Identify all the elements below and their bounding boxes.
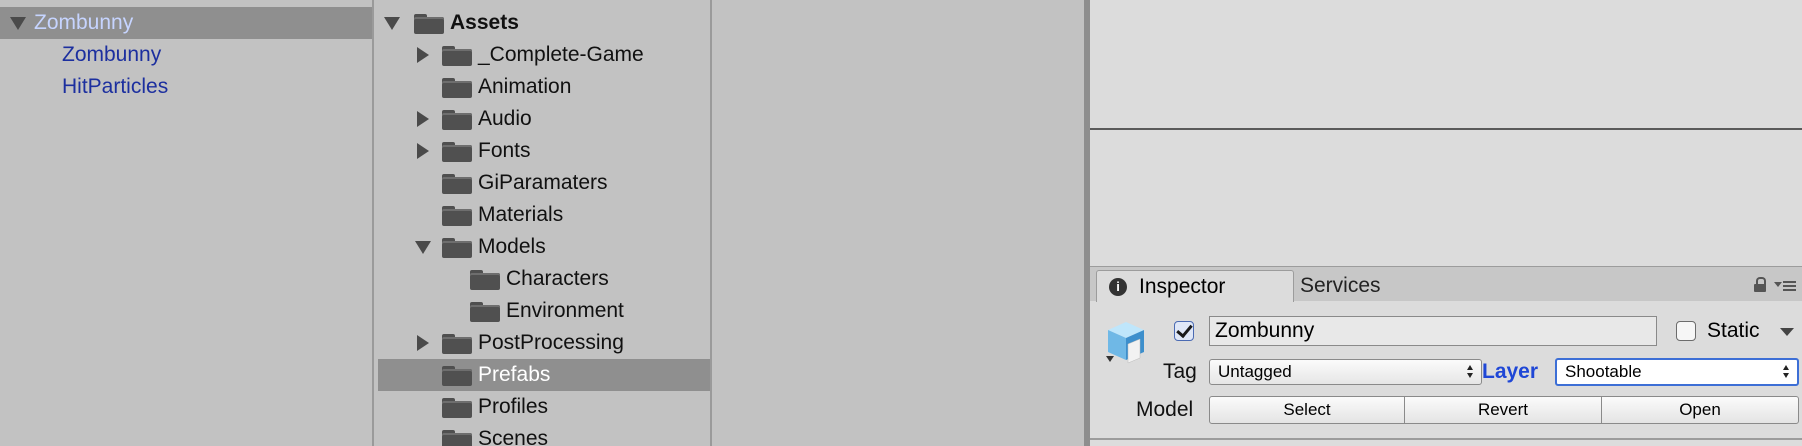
folder-icon [442, 398, 472, 418]
inspector-area: i Inspector Services Zombunny Static Tag… [1088, 0, 1802, 446]
folder-icon [442, 366, 472, 386]
tab-services[interactable]: Services [1300, 270, 1420, 301]
folder-label: GiParamaters [478, 171, 608, 194]
expand-right-icon[interactable] [414, 135, 432, 167]
folder-label: PostProcessing [478, 331, 624, 354]
layer-dropdown[interactable]: Shootable [1555, 358, 1799, 386]
folder-scenes[interactable]: Scenes [378, 423, 710, 446]
folder-prefabs[interactable]: Prefabs [378, 359, 710, 391]
project-content-area[interactable] [714, 0, 1084, 446]
project-folder-tree: Assets _Complete-Game Animation Audio Fo… [378, 0, 712, 446]
folder-icon [442, 238, 472, 258]
object-name-field[interactable]: Zombunny [1209, 316, 1657, 346]
panel-menu-icon[interactable] [1774, 279, 1796, 291]
hierarchy-item-label: Zombunny [62, 43, 162, 66]
folder-icon [442, 334, 472, 354]
hierarchy-item-zombunny-child[interactable]: Zombunny [0, 39, 372, 71]
hierarchy-item-zombunny-root[interactable]: Zombunny [0, 7, 372, 39]
layer-label: Layer [1482, 360, 1539, 383]
active-checkbox[interactable] [1174, 320, 1194, 341]
folder-label: _Complete-Game [478, 43, 644, 66]
model-label: Model [1136, 398, 1194, 421]
folder-label: Animation [478, 75, 572, 98]
upper-view-panel[interactable] [1090, 0, 1802, 130]
folder-giparamaters[interactable]: GiParamaters [378, 167, 710, 199]
folder-audio[interactable]: Audio [378, 103, 710, 135]
folder-label: Profiles [478, 395, 549, 418]
folder-environment[interactable]: Environment [378, 295, 710, 327]
folder-animation[interactable]: Animation [378, 71, 710, 103]
expand-right-icon[interactable] [414, 327, 432, 359]
dropdown-arrows-icon [1467, 363, 1473, 381]
folder-materials[interactable]: Materials [378, 199, 710, 231]
folder-icon [442, 206, 472, 226]
expand-right-icon[interactable] [414, 103, 432, 135]
dropdown-arrows-icon [1783, 363, 1789, 381]
folder-icon [442, 78, 472, 98]
tab-strip: i Inspector Services [1090, 266, 1802, 302]
hierarchy-item-label: Zombunny [34, 11, 134, 34]
layer-dropdown-value: Shootable [1565, 362, 1642, 381]
folder-characters[interactable]: Characters [378, 263, 710, 295]
expand-down-icon[interactable] [9, 7, 27, 39]
hierarchy-item-label: HitParticles [62, 75, 169, 98]
model-open-button[interactable]: Open [1601, 396, 1799, 424]
folder-icon [442, 174, 472, 194]
folder-icon [470, 270, 500, 290]
folder-icon [442, 142, 472, 162]
folder-assets[interactable]: Assets [378, 7, 710, 39]
tag-dropdown-value: Untagged [1218, 362, 1292, 381]
folder-label: Fonts [478, 139, 531, 162]
folder-icon [442, 110, 472, 130]
static-label: Static [1707, 319, 1760, 342]
folder-label: Audio [478, 107, 532, 130]
folder-label: Prefabs [478, 363, 551, 386]
divider [1090, 438, 1802, 440]
folder-icon [442, 430, 472, 446]
folder-icon [470, 302, 500, 322]
hierarchy-item-hitparticles[interactable]: HitParticles [0, 71, 372, 103]
tag-label: Tag [1163, 360, 1197, 383]
tag-dropdown[interactable]: Untagged [1209, 359, 1482, 385]
folder-models[interactable]: Models [378, 231, 710, 263]
gameobject-cube-icon[interactable] [1102, 318, 1148, 364]
folder-postprocessing[interactable]: PostProcessing [378, 327, 710, 359]
folder-icon [414, 14, 444, 34]
static-checkbox[interactable] [1676, 321, 1696, 341]
folder-fonts[interactable]: Fonts [378, 135, 710, 167]
static-dropdown-icon[interactable] [1780, 328, 1794, 336]
expand-right-icon[interactable] [414, 39, 432, 71]
model-revert-button[interactable]: Revert [1404, 396, 1602, 424]
info-icon: i [1109, 278, 1127, 296]
expand-down-icon[interactable] [414, 231, 432, 263]
folder-label: Models [478, 235, 546, 258]
folder-profiles[interactable]: Profiles [378, 391, 710, 423]
tab-label: Inspector [1139, 275, 1226, 298]
hierarchy-panel: Zombunny Zombunny HitParticles [0, 0, 374, 446]
folder-label: Environment [506, 299, 624, 322]
lock-icon[interactable] [1754, 277, 1766, 292]
model-select-button[interactable]: Select [1209, 396, 1405, 424]
folder-label: Materials [478, 203, 564, 226]
folder-label: Characters [506, 267, 609, 290]
tab-inspector[interactable]: i Inspector [1096, 270, 1294, 302]
folder-icon [442, 46, 472, 66]
folder-complete-game[interactable]: _Complete-Game [378, 39, 710, 71]
folder-label: Scenes [478, 427, 549, 446]
folder-label: Assets [450, 11, 519, 34]
expand-down-icon[interactable] [383, 7, 401, 39]
